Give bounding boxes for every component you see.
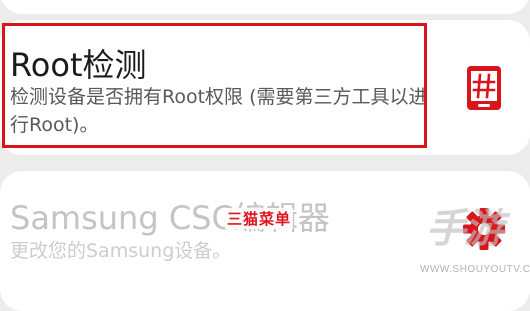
samsung-csc-description: 更改您的Samsung设备。 <box>10 240 232 262</box>
watermark-brand: 手游 <box>426 206 504 252</box>
previous-card[interactable] <box>0 0 530 14</box>
overlay-label: 三猫菜单 <box>225 208 294 229</box>
hash-phone-icon <box>464 64 504 112</box>
watermark-url: WWW.SHOUYOUTV.COM <box>420 264 530 275</box>
watermark: 手游 WWW.SHOUYOUTV.COM <box>418 196 530 280</box>
highlight-box <box>2 23 427 148</box>
